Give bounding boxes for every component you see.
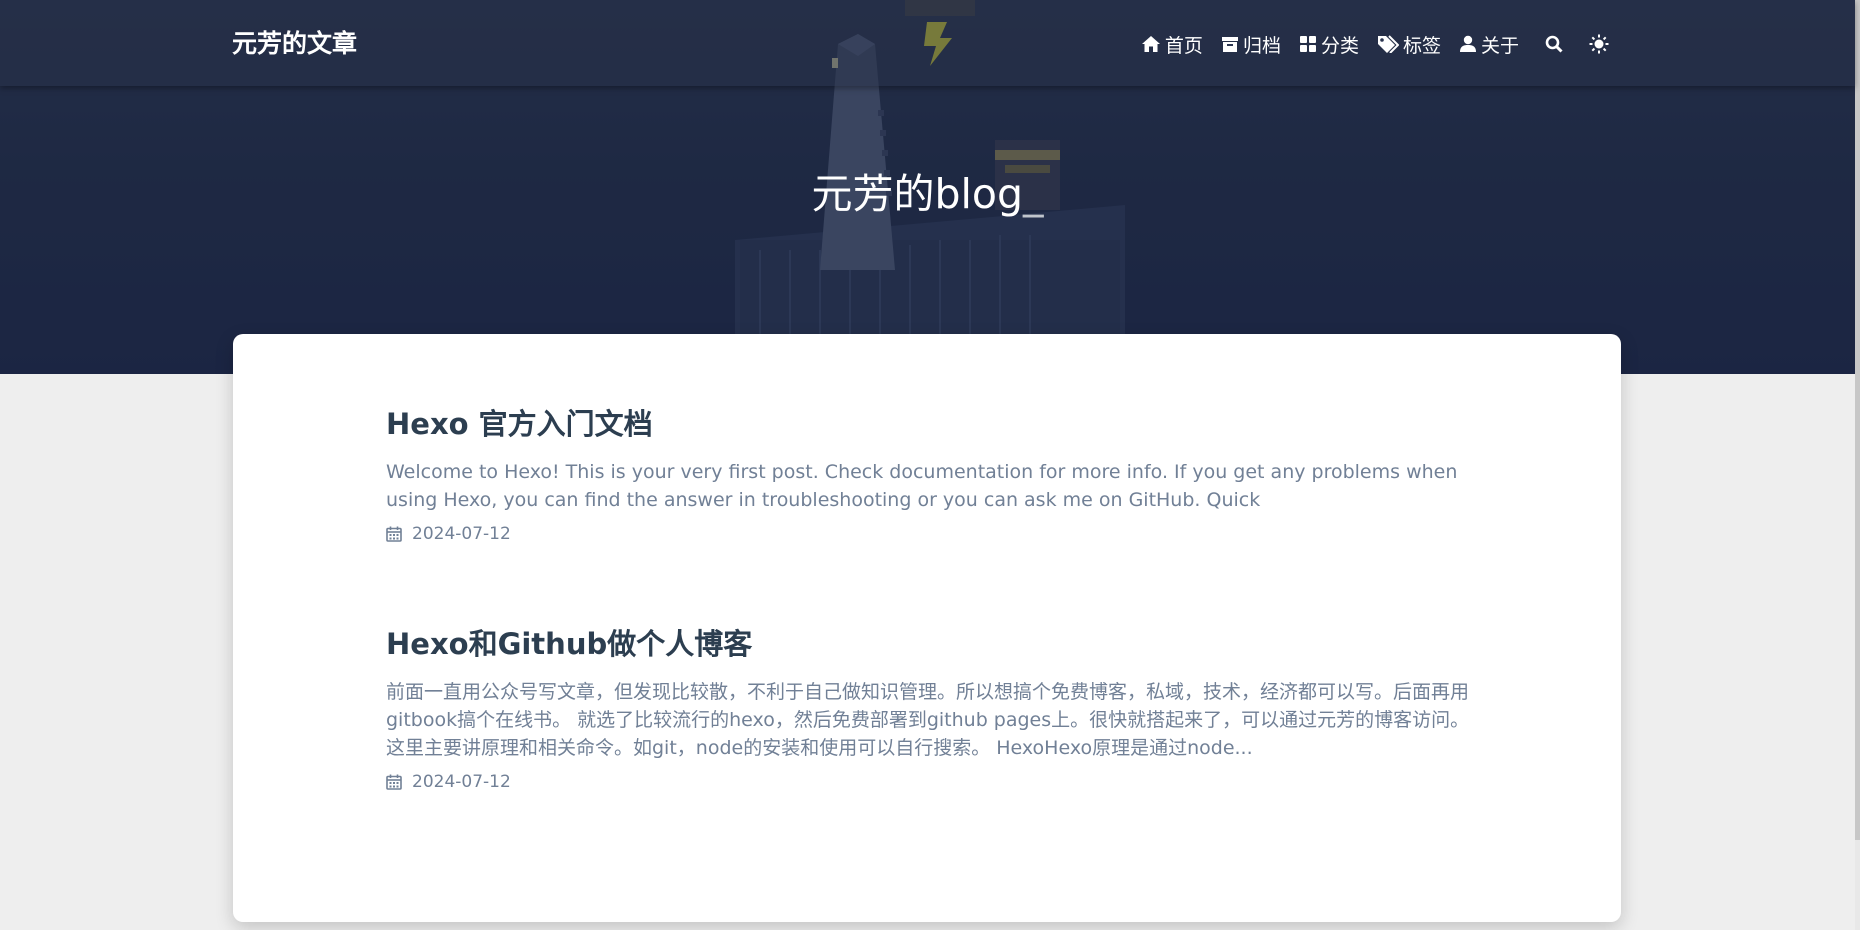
nav-menu: 首页 归档 分类 标签 关于 — [1123, 28, 1609, 60]
top-navbar: 元芳的文章 首页 归档 分类 标签 关于 — [0, 0, 1855, 86]
post-title[interactable]: Hexo和Github做个人博客 — [386, 624, 1476, 664]
post-date: 2024-07-12 — [386, 772, 1476, 792]
post-item: Hexo 官方入门文档 Welcome to Hexo! This is you… — [386, 404, 1476, 544]
nav-item-about[interactable]: 关于 — [1459, 31, 1519, 58]
post-date-text: 2024-07-12 — [412, 772, 511, 792]
user-icon — [1459, 35, 1476, 52]
search-icon — [1545, 35, 1563, 53]
typing-cursor: _ — [1023, 170, 1044, 218]
post-item: Hexo和Github做个人博客 前面一直用公众号写文章，但发现比较散，不利于自… — [386, 624, 1476, 792]
nav-item-categories[interactable]: 分类 — [1299, 31, 1359, 58]
nav-item-label: 关于 — [1480, 34, 1519, 57]
nav-item-home[interactable]: 首页 — [1141, 31, 1203, 58]
home-icon — [1141, 36, 1160, 52]
nav-item-archive[interactable]: 归档 — [1221, 31, 1281, 58]
scrollbar-thumb[interactable] — [1855, 0, 1860, 840]
calendar-icon — [386, 774, 402, 790]
post-excerpt[interactable]: Welcome to Hexo! This is your very first… — [386, 458, 1476, 514]
sun-icon — [1589, 34, 1609, 54]
nav-item-tags[interactable]: 标签 — [1377, 31, 1441, 58]
tags-icon — [1377, 35, 1399, 53]
post-date-text: 2024-07-12 — [412, 524, 511, 544]
category-icon — [1299, 36, 1316, 52]
nav-item-label: 标签 — [1402, 34, 1441, 57]
nav-item-label: 首页 — [1164, 34, 1203, 57]
archive-icon — [1221, 37, 1238, 52]
hero-title: 元芳的blog_ — [0, 160, 1855, 220]
nav-item-label: 分类 — [1320, 34, 1359, 57]
calendar-icon — [386, 526, 402, 542]
post-title[interactable]: Hexo 官方入门文档 — [386, 404, 1476, 444]
hero-title-text: 元芳的blog — [811, 170, 1024, 218]
nav-item-label: 归档 — [1242, 34, 1281, 57]
site-brand[interactable]: 元芳的文章 — [232, 27, 357, 61]
search-button[interactable] — [1545, 35, 1563, 53]
theme-toggle-button[interactable] — [1589, 34, 1609, 54]
post-list-card: Hexo 官方入门文档 Welcome to Hexo! This is you… — [233, 334, 1621, 922]
page-scrollbar[interactable] — [1855, 0, 1860, 930]
post-date: 2024-07-12 — [386, 524, 1476, 544]
post-excerpt[interactable]: 前面一直用公众号写文章，但发现比较散，不利于自己做知识管理。所以想搞个免费博客，… — [386, 678, 1476, 762]
